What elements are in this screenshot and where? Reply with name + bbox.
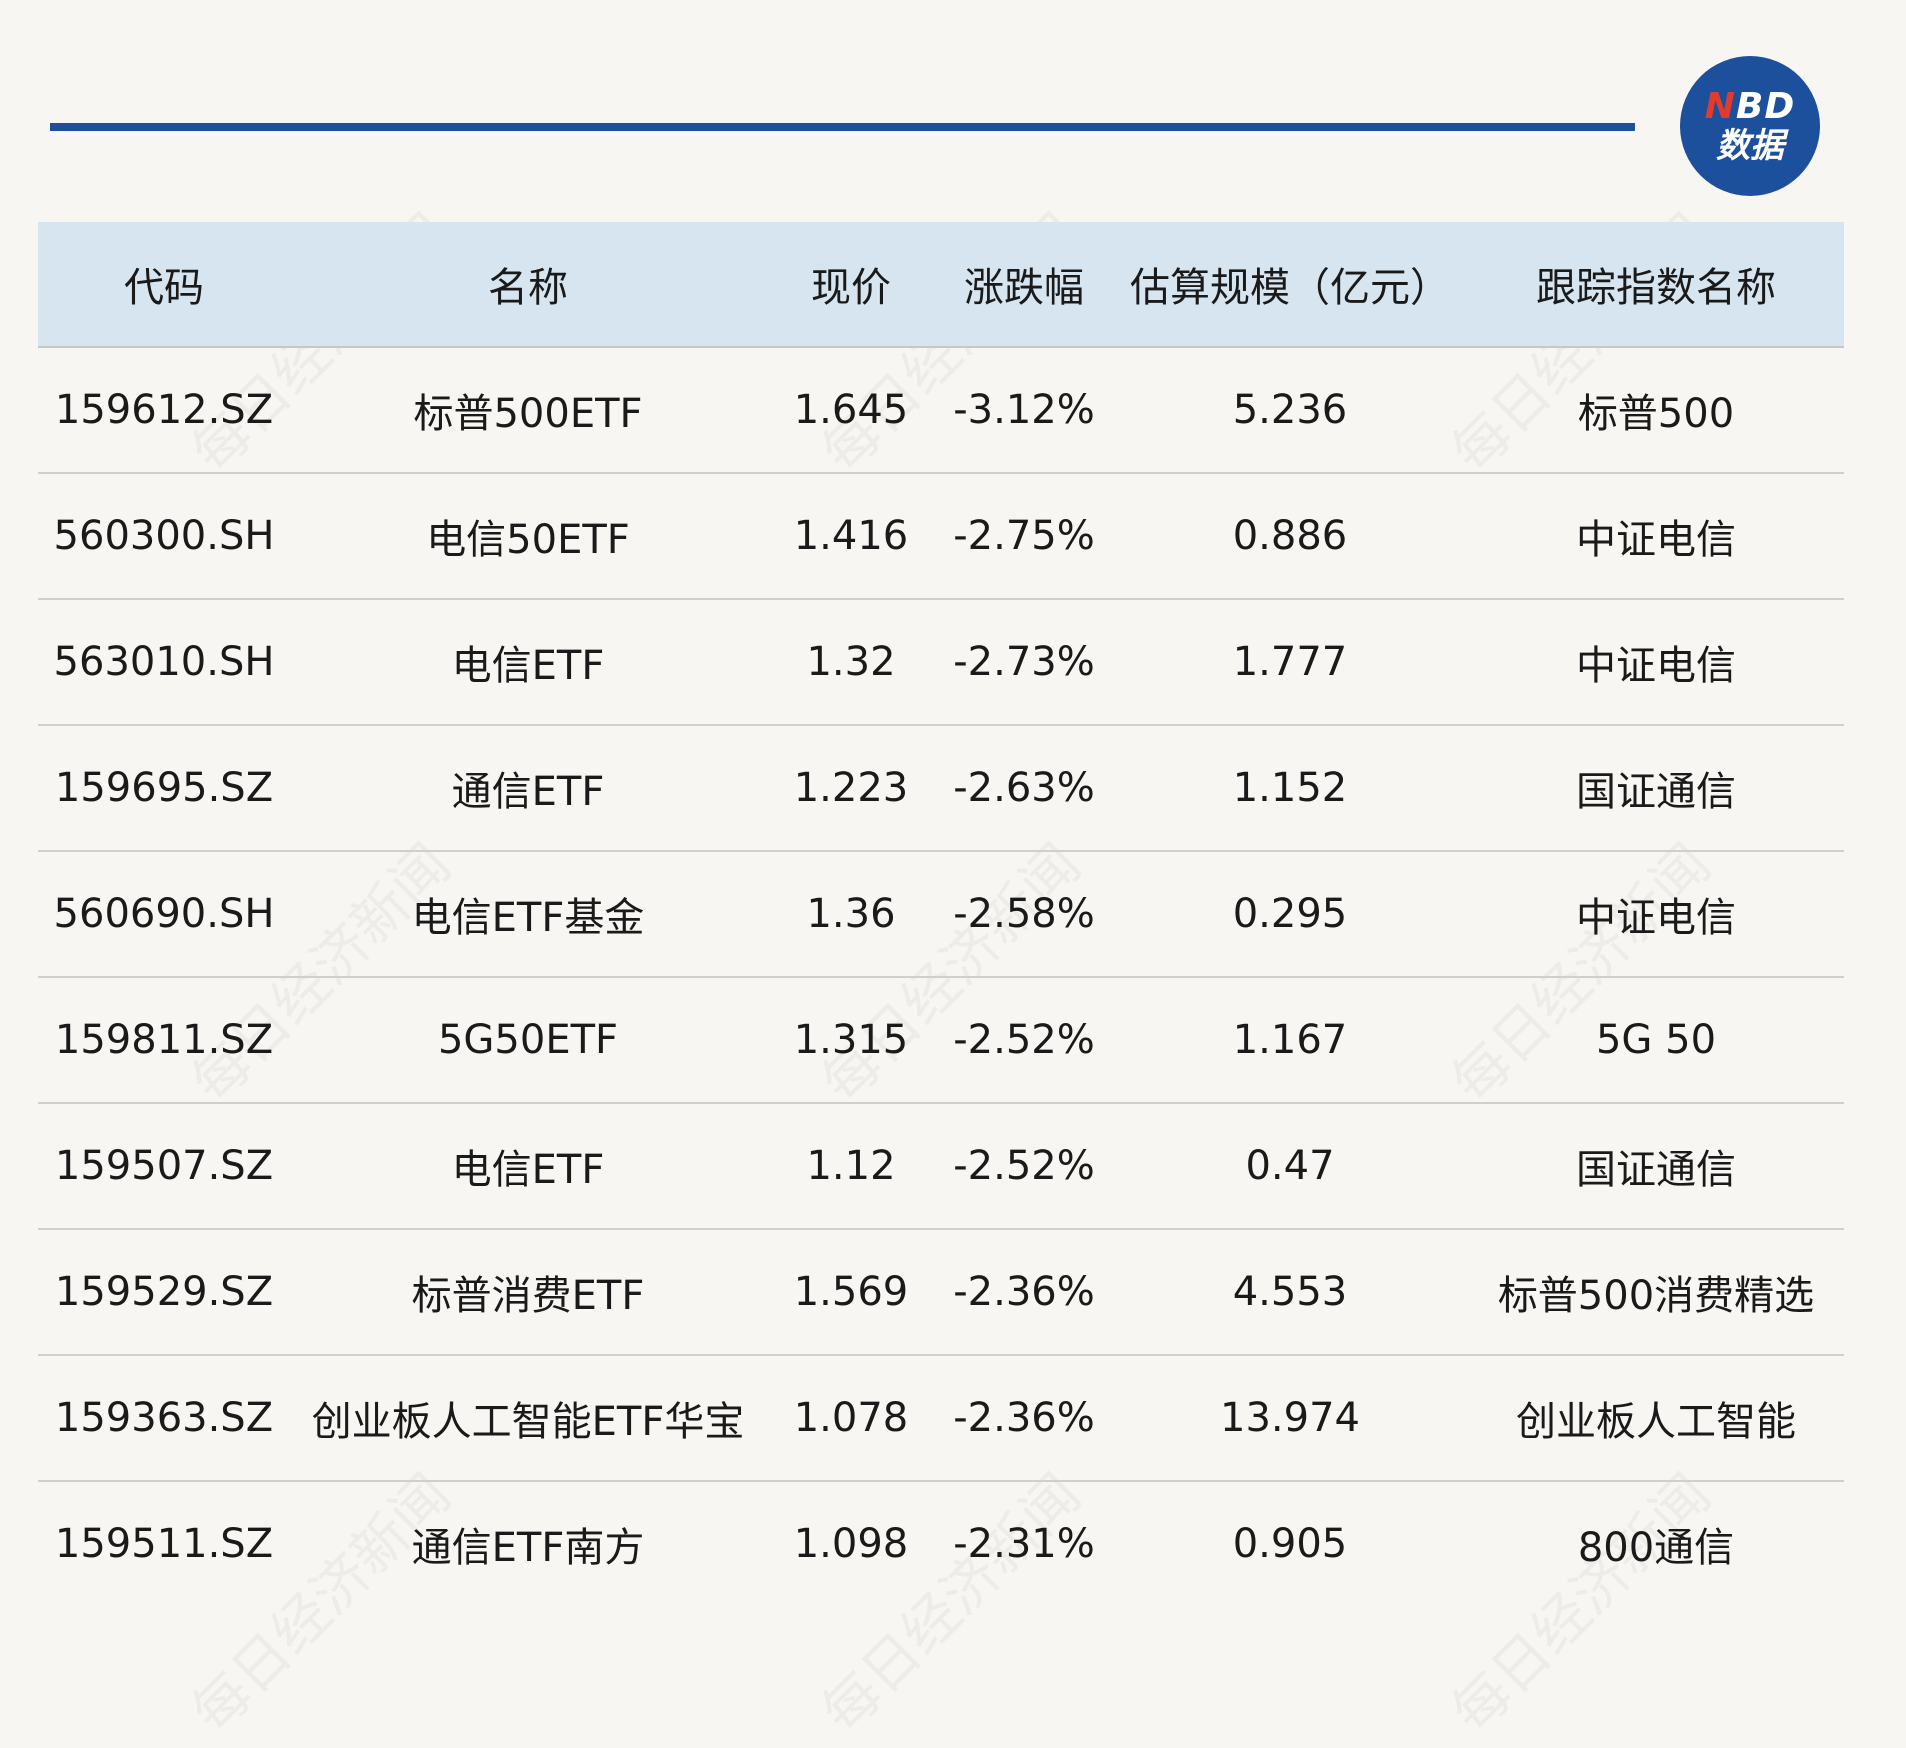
cell-change: -2.36% — [953, 1395, 1095, 1441]
nbd-data-logo: NBD 数据 — [1680, 56, 1820, 196]
cell-change: -2.63% — [953, 765, 1095, 811]
cell-scale: 0.295 — [1232, 891, 1348, 937]
cell-name: 5G50ETF — [437, 1017, 619, 1063]
cell-code: 159511.SZ — [54, 1521, 274, 1567]
table-row: 159695.SZ 通信ETF 1.223 -2.63% 1.152 国证通信 — [38, 726, 1844, 852]
table-row: 560300.SH 电信50ETF 1.416 -2.75% 0.886 中证电… — [38, 474, 1844, 600]
cell-change: -2.36% — [953, 1269, 1095, 1315]
table-row: 159529.SZ 标普消费ETF 1.569 -2.36% 4.553 标普5… — [38, 1230, 1844, 1356]
cell-index: 国证通信 — [1576, 769, 1736, 815]
cell-price: 1.12 — [806, 1143, 896, 1189]
cell-price: 1.569 — [793, 1269, 909, 1315]
cell-scale: 5.236 — [1232, 387, 1348, 433]
cell-price: 1.645 — [793, 387, 909, 433]
header-scale: 估算规模（亿元） — [1130, 265, 1450, 311]
cell-index: 国证通信 — [1576, 1147, 1736, 1193]
cell-change: -3.12% — [953, 387, 1095, 433]
logo-line1: NBD — [1704, 86, 1796, 127]
cell-code: 560300.SH — [53, 513, 275, 559]
cell-code: 560690.SH — [53, 891, 275, 937]
cell-index: 中证电信 — [1576, 643, 1736, 689]
cell-index: 创业板人工智能 — [1516, 1399, 1796, 1445]
cell-price: 1.315 — [793, 1017, 909, 1063]
cell-price: 1.416 — [793, 513, 909, 559]
cell-name: 电信ETF — [451, 643, 605, 689]
cell-name: 电信50ETF — [426, 517, 630, 563]
cell-index: 5G 50 — [1595, 1017, 1717, 1063]
cell-index: 800通信 — [1577, 1525, 1735, 1571]
table-header: 代码 名称 现价 涨跌幅 估算规模（亿元） 跟踪指数名称 — [38, 222, 1844, 348]
cell-index: 中证电信 — [1576, 895, 1736, 941]
cell-name: 创业板人工智能ETF华宝 — [311, 1399, 745, 1445]
logo-line2: 数据 — [1716, 126, 1784, 166]
cell-name: 通信ETF — [451, 769, 605, 815]
cell-price: 1.098 — [793, 1521, 909, 1567]
cell-name: 标普500ETF — [413, 391, 643, 437]
cell-name: 通信ETF南方 — [411, 1525, 645, 1571]
header-price: 现价 — [811, 265, 891, 311]
header-change: 涨跌幅 — [964, 265, 1084, 311]
cell-scale: 0.905 — [1232, 1521, 1348, 1567]
header-name: 名称 — [488, 265, 568, 311]
cell-code: 563010.SH — [53, 639, 275, 685]
cell-scale: 0.886 — [1232, 513, 1348, 559]
cell-change: -2.52% — [953, 1017, 1095, 1063]
table-row: 159363.SZ 创业板人工智能ETF华宝 1.078 -2.36% 13.9… — [38, 1356, 1844, 1482]
cell-change: -2.52% — [953, 1143, 1095, 1189]
header-index: 跟踪指数名称 — [1536, 265, 1776, 311]
cell-name: 电信ETF基金 — [411, 895, 645, 941]
cell-code: 159811.SZ — [54, 1017, 274, 1063]
cell-change: -2.75% — [953, 513, 1095, 559]
cell-code: 159507.SZ — [54, 1143, 274, 1189]
table-row: 159511.SZ 通信ETF南方 1.098 -2.31% 0.905 800… — [38, 1482, 1844, 1606]
cell-scale: 4.553 — [1232, 1269, 1348, 1315]
table-row: 563010.SH 电信ETF 1.32 -2.73% 1.777 中证电信 — [38, 600, 1844, 726]
table-row: 159811.SZ 5G50ETF 1.315 -2.52% 1.167 5G … — [38, 978, 1844, 1104]
cell-index: 标普500 — [1577, 391, 1735, 437]
cell-price: 1.078 — [793, 1395, 909, 1441]
cell-price: 1.223 — [793, 765, 909, 811]
cell-code: 159363.SZ — [54, 1395, 274, 1441]
cell-index: 中证电信 — [1576, 517, 1736, 563]
cell-price: 1.32 — [806, 639, 896, 685]
cell-change: -2.58% — [953, 891, 1095, 937]
table-row: 159507.SZ 电信ETF 1.12 -2.52% 0.47 国证通信 — [38, 1104, 1844, 1230]
cell-price: 1.36 — [806, 891, 896, 937]
cell-scale: 1.777 — [1232, 639, 1348, 685]
table-row: 560690.SH 电信ETF基金 1.36 -2.58% 0.295 中证电信 — [38, 852, 1844, 978]
cell-scale: 13.974 — [1220, 1395, 1360, 1441]
cell-index: 标普500消费精选 — [1497, 1273, 1815, 1319]
cell-name: 电信ETF — [451, 1147, 605, 1193]
cell-code: 159612.SZ — [54, 387, 274, 433]
table-row: 159612.SZ 标普500ETF 1.645 -3.12% 5.236 标普… — [38, 348, 1844, 474]
header-code: 代码 — [124, 265, 204, 311]
cell-scale: 1.167 — [1232, 1017, 1348, 1063]
top-rule — [50, 123, 1635, 131]
cell-scale: 1.152 — [1232, 765, 1348, 811]
cell-code: 159529.SZ — [54, 1269, 274, 1315]
cell-change: -2.31% — [953, 1521, 1095, 1567]
cell-name: 标普消费ETF — [411, 1273, 645, 1319]
cell-change: -2.73% — [953, 639, 1095, 685]
etf-table: 代码 名称 现价 涨跌幅 估算规模（亿元） 跟踪指数名称 159612.SZ 标… — [38, 222, 1844, 1606]
cell-scale: 0.47 — [1245, 1143, 1335, 1189]
cell-code: 159695.SZ — [54, 765, 274, 811]
